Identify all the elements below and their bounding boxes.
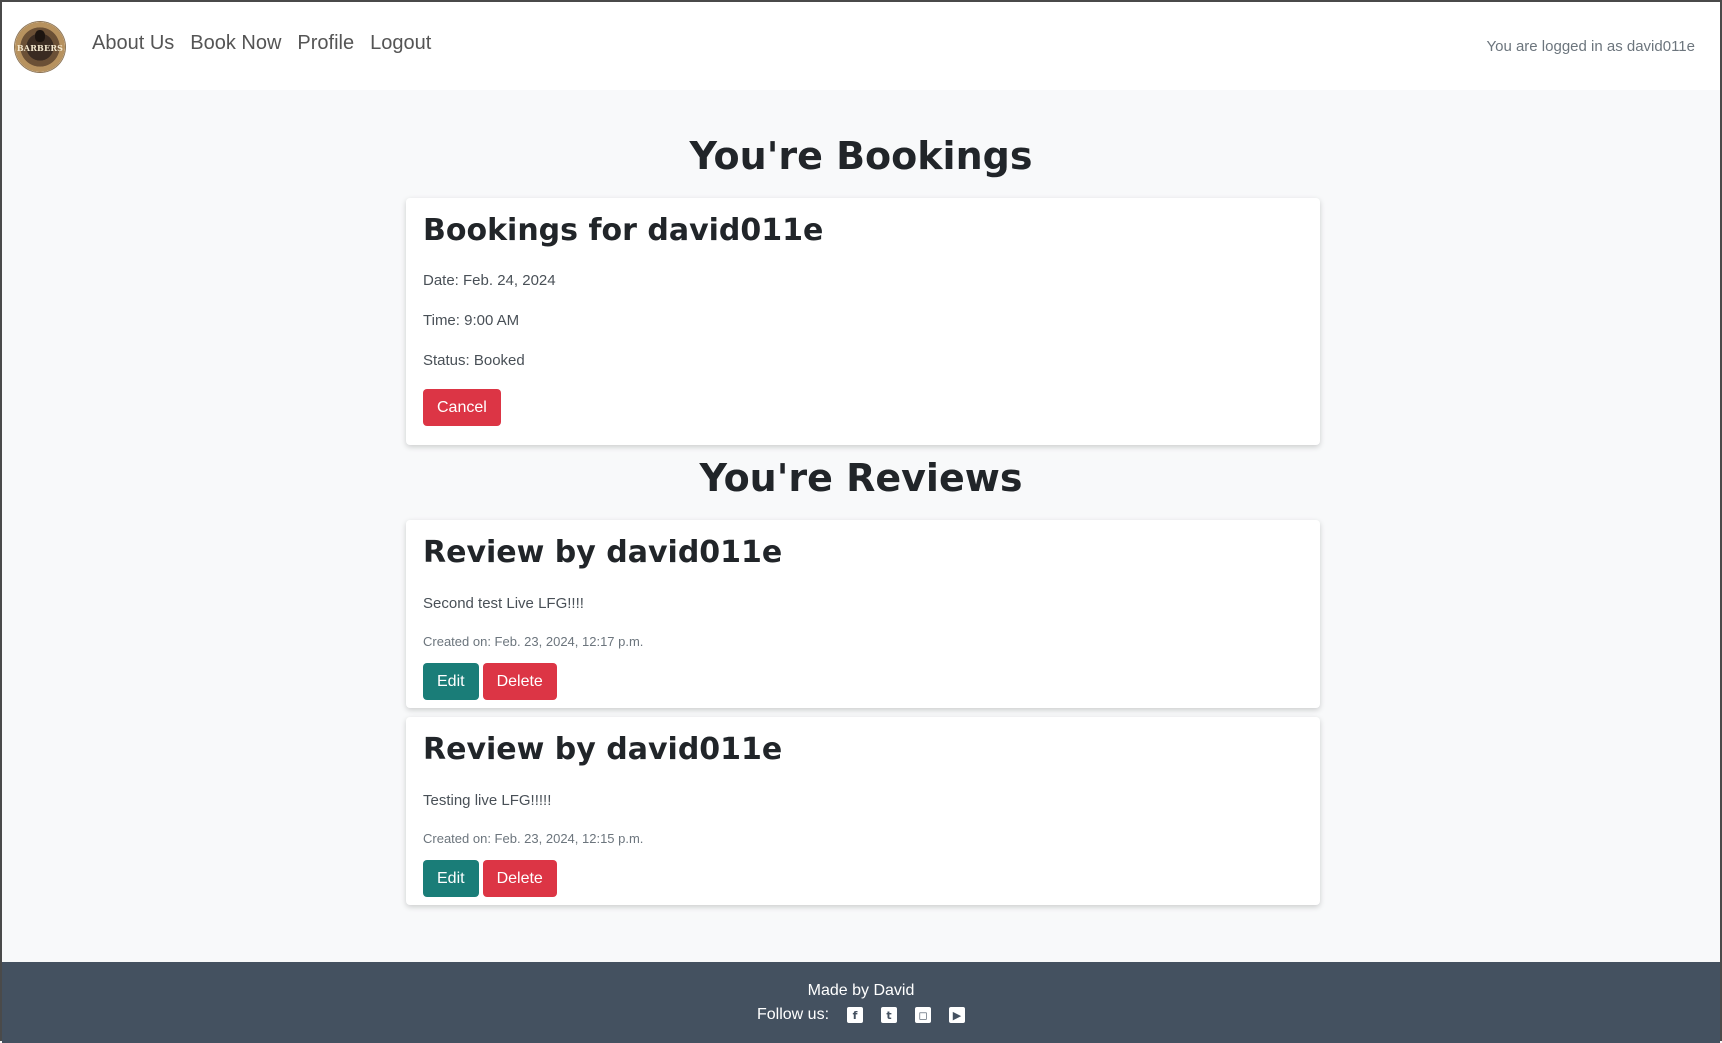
booking-status: Status: Booked [423, 352, 525, 369]
edit-review-button[interactable]: Edit [423, 663, 479, 701]
footer-follow-row: Follow us: f t ◻ ▶ [2, 1006, 1720, 1024]
delete-review-button[interactable]: Delete [482, 860, 557, 898]
reviews-title: You're Reviews [699, 456, 1023, 500]
review-created: Created on: Feb. 23, 2024, 12:17 p.m. [423, 634, 644, 649]
review-heading: Review by david011e [423, 732, 783, 767]
edit-review-button[interactable]: Edit [423, 860, 479, 898]
review-actions: Edit Delete [423, 860, 557, 898]
booking-time: Time: 9:00 AM [423, 312, 520, 329]
footer: Made by David Follow us: f t ◻ ▶ [2, 962, 1720, 1043]
nav-about-us[interactable]: About Us [92, 32, 174, 55]
nav-logout[interactable]: Logout [370, 32, 431, 55]
review-text: Testing live LFG!!!!! [423, 792, 552, 809]
facebook-icon[interactable]: f [847, 1007, 864, 1023]
cancel-booking-button[interactable]: Cancel [423, 389, 501, 427]
booking-date: Date: Feb. 24, 2024 [423, 272, 556, 289]
review-actions: Edit Delete [423, 663, 557, 701]
instagram-icon[interactable]: ◻ [915, 1007, 932, 1023]
nav-links: About Us Book Now Profile Logout [92, 32, 447, 55]
logged-in-status: You are logged in as david011e [1486, 38, 1695, 55]
booking-card: Bookings for david011e Date: Feb. 24, 20… [406, 198, 1320, 445]
twitter-icon[interactable]: t [881, 1007, 898, 1023]
nav-book-now[interactable]: Book Now [190, 32, 281, 55]
footer-made-by: Made by David [807, 982, 915, 999]
review-created: Created on: Feb. 23, 2024, 12:15 p.m. [423, 831, 644, 846]
booking-heading: Bookings for david011e [423, 213, 824, 248]
barbers-logo-icon[interactable]: BARBERS [15, 22, 65, 72]
barber-face-icon [35, 30, 45, 42]
nav-profile[interactable]: Profile [297, 32, 354, 55]
delete-review-button[interactable]: Delete [482, 663, 557, 701]
review-heading: Review by david011e [423, 535, 783, 570]
review-card: Review by david011e Second test Live LFG… [406, 520, 1320, 708]
review-card: Review by david011e Testing live LFG!!!!… [406, 717, 1320, 905]
navbar: BARBERS About Us Book Now Profile Logout… [2, 2, 1720, 90]
logo-text: BARBERS [16, 43, 64, 53]
bookings-title: You're Bookings [689, 134, 1033, 178]
review-text: Second test Live LFG!!!! [423, 595, 584, 612]
footer-follow-label: Follow us: [756, 1006, 830, 1023]
youtube-icon[interactable]: ▶ [949, 1007, 966, 1023]
